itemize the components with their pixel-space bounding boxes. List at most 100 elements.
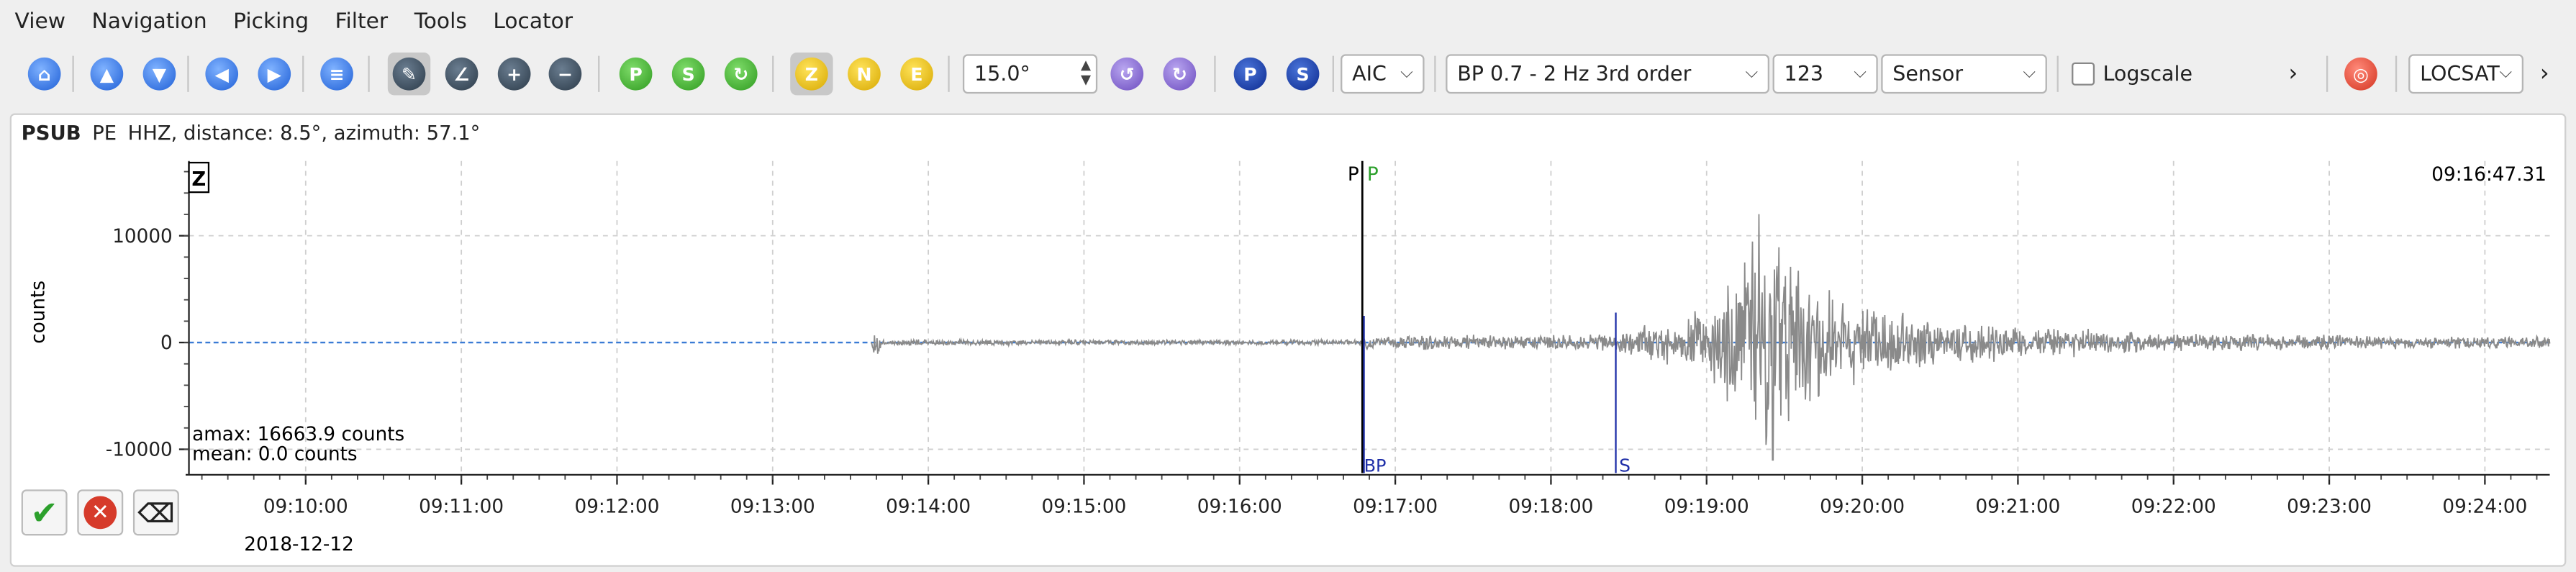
previous-trace-button[interactable]: ◀	[201, 53, 243, 95]
rotate-right-button[interactable]: ↻	[1158, 53, 1201, 95]
locate-target-icon: ◎	[2344, 57, 2377, 91]
separator	[2056, 55, 2059, 92]
menu-view[interactable]: View	[0, 0, 78, 46]
cancel-x-icon: ✕	[83, 496, 117, 530]
separator	[72, 55, 74, 92]
rotate-right-icon: ↻	[1163, 57, 1197, 91]
spin-arrows-icon[interactable]: ▲ ▼	[1081, 58, 1091, 87]
angle-tool-button[interactable]: ∠	[440, 53, 483, 95]
home-button[interactable]: ⌂	[23, 53, 65, 95]
angle-tool-icon: ∠	[445, 57, 479, 91]
separator	[1434, 55, 1436, 92]
scroll-down-button[interactable]: ▼	[138, 53, 181, 95]
pick-label-p-manual: P	[1348, 164, 1359, 186]
x-tick-label: 09:11:00	[419, 496, 504, 517]
phase-p-button[interactable]: P	[1229, 53, 1271, 95]
angle-value: 15.0°	[974, 60, 1030, 86]
zoom-in-icon: +	[497, 57, 531, 91]
x-tick-label: 09:16:00	[1197, 496, 1282, 517]
logscale-checkbox[interactable]	[2072, 62, 2095, 86]
menu-filter[interactable]: Filter	[322, 0, 401, 46]
zoom-in-button[interactable]: +	[493, 53, 535, 95]
method-select[interactable]: AIC ⌵	[1341, 54, 1425, 94]
pick-tool-button[interactable]: ✎	[387, 53, 431, 96]
menu-picking[interactable]: Picking	[220, 0, 322, 46]
x-tick-label: 09:13:00	[730, 496, 815, 517]
pick-tool-icon: ✎	[392, 57, 426, 91]
delete-button[interactable]: ⌫	[132, 489, 179, 536]
align-button[interactable]: ≡	[315, 53, 358, 95]
next-trace-button[interactable]: ▶	[253, 53, 296, 95]
components-value: 123	[1784, 60, 1824, 86]
x-tick-label: 09:20:00	[1820, 496, 1905, 517]
x-tick-label: 09:18:00	[1508, 496, 1593, 517]
zoom-out-icon: −	[548, 57, 582, 91]
menu-bar: View Navigation Picking Filter Tools Loc…	[0, 0, 2576, 46]
trace-panel: PSUB PE HHZ, distance: 8.5°, azimuth: 57…	[9, 113, 2568, 568]
x-tick-label: 09:12:00	[575, 496, 660, 517]
locator-select[interactable]: LOCSAT ⌵	[2408, 54, 2523, 94]
pick-refresh-button[interactable]: ↻	[720, 53, 762, 95]
phase-s-button[interactable]: S	[1282, 53, 1324, 95]
x-tick-label: 09:22:00	[2131, 496, 2216, 517]
chevron-down-icon: ⌵	[1854, 64, 1867, 83]
rotate-left-button[interactable]: ↺	[1106, 53, 1148, 95]
chevron-down-icon: ⌵	[1400, 64, 1413, 83]
method-value: AIC	[1352, 60, 1387, 86]
unit-mode-select[interactable]: Sensor ⌵	[1881, 54, 2047, 94]
seismogram-plot[interactable]: P P BP S 10000 0 -10000 09:10:00 09:11:00 09:12…	[12, 115, 2568, 568]
separator	[302, 55, 304, 92]
x-tick-label: 09:10:00	[263, 496, 348, 517]
filter-select[interactable]: BP 0.7 - 2 Hz 3rd order ⌵	[1446, 54, 1770, 94]
pick-refresh-icon: ↻	[724, 57, 758, 91]
component-n-icon: N	[848, 57, 881, 91]
toolbar-extension-chevron-icon[interactable]: ›	[2288, 54, 2298, 94]
locator-value: LOCSAT	[2420, 60, 2500, 86]
amax-text: amax: 16663.9 counts	[192, 424, 404, 445]
separator	[187, 55, 189, 92]
chevron-down-icon: ⌵	[2499, 64, 2513, 83]
cancel-button[interactable]: ✕	[77, 489, 124, 536]
components-select[interactable]: 123 ⌵	[1772, 54, 1878, 94]
accept-button[interactable]: ✔	[21, 489, 68, 536]
separator	[2395, 55, 2398, 92]
chevron-down-icon: ⌵	[1745, 64, 1759, 83]
chevron-down-icon: ⌵	[2023, 64, 2036, 83]
menu-tools[interactable]: Tools	[401, 0, 480, 46]
unit-mode-value: Sensor	[1892, 60, 1964, 86]
scroll-up-button[interactable]: ▲	[86, 53, 128, 95]
separator	[772, 55, 774, 92]
waveform-trace	[870, 214, 2551, 461]
toolbar: ⌂ ▲ ▼ ◀ ▶ ≡ ✎ ∠ + − P S ↻ Z N E 15.0° ▲ ▼…	[0, 46, 2576, 102]
accept-check-icon: ✔	[30, 492, 58, 532]
component-n-button[interactable]: N	[843, 53, 885, 95]
grid	[189, 160, 2550, 473]
x-tick-label: 09:14:00	[886, 496, 971, 517]
pick-s-button[interactable]: S	[667, 53, 709, 95]
component-z-button[interactable]: Z	[790, 53, 833, 96]
x-tick-label: 09:19:00	[1664, 496, 1749, 517]
y-tick-label: 10000	[112, 226, 173, 248]
mean-text: mean: 0.0 counts	[192, 443, 357, 465]
separator	[368, 55, 370, 92]
y-tick-label: -10000	[106, 440, 173, 461]
menu-navigation[interactable]: Navigation	[78, 0, 220, 46]
overflow-chevron-icon[interactable]: ›	[2540, 54, 2549, 94]
pick-p-icon: P	[619, 57, 653, 91]
pick-label-s: S	[1619, 455, 1631, 476]
x-tick-label: 09:15:00	[1041, 496, 1126, 517]
picks[interactable]: P P BP S	[1348, 160, 1631, 476]
next-trace-icon: ▶	[258, 57, 291, 91]
rotate-left-icon: ↺	[1110, 57, 1144, 91]
pick-p-button[interactable]: P	[614, 53, 657, 95]
menu-locator[interactable]: Locator	[480, 0, 586, 46]
locate-button[interactable]: ◎	[2339, 53, 2382, 95]
scroll-up-icon: ▲	[90, 57, 124, 91]
pick-label-p-theoretical: P	[1367, 164, 1379, 186]
x-tick-label: 09:21:00	[1975, 496, 2060, 517]
zoom-out-button[interactable]: −	[544, 53, 586, 95]
angle-spinbox[interactable]: 15.0° ▲ ▼	[962, 54, 1098, 94]
previous-trace-icon: ◀	[205, 57, 239, 91]
logscale-label: Logscale	[2103, 60, 2193, 86]
component-e-button[interactable]: E	[895, 53, 938, 95]
